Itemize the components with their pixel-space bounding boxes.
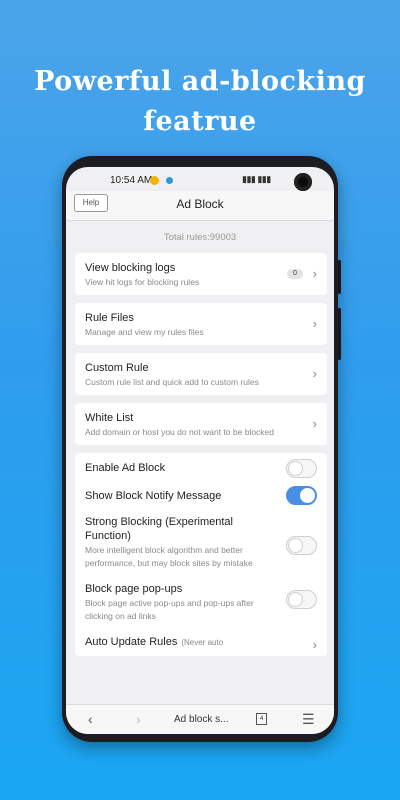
- toggle-knob: [288, 538, 303, 553]
- forward-icon[interactable]: ›: [136, 711, 141, 727]
- app-header: Help Ad Block: [66, 191, 334, 221]
- emoji-icon: [150, 176, 159, 185]
- phone-frame: 10:54 AM ▮▮▮ ▮▮▮ Help Ad Block Total rul…: [62, 156, 341, 742]
- chevron-right-icon: ›: [312, 416, 317, 431]
- white-list-item[interactable]: White List Add domain or host you do not…: [75, 403, 327, 445]
- page-title: Ad Block: [176, 197, 224, 211]
- toggle-knob: [288, 461, 303, 476]
- custom-rule-item[interactable]: Custom Rule Custom rule list and quick a…: [75, 353, 327, 395]
- card-title: White List: [85, 412, 134, 424]
- enable-ad-block-row: Enable Ad Block: [75, 459, 327, 481]
- strong-blocking-toggle[interactable]: [286, 536, 317, 555]
- notification-icon: [166, 177, 173, 184]
- card-subtitle: View hit logs for blocking rules: [85, 277, 200, 287]
- signal-icon: ▮▮▮ ▮▮▮: [242, 174, 271, 184]
- promo-headline: Powerful ad-blocking featrue: [0, 62, 400, 142]
- front-camera: [294, 173, 312, 191]
- auto-update-rules-row[interactable]: Auto Update Rules (Never auto ›: [75, 629, 327, 656]
- setting-label: Enable Ad Block: [85, 462, 166, 474]
- setting-description: Block page active pop-ups and pop-ups af…: [85, 598, 254, 621]
- toggle-knob: [288, 592, 303, 607]
- menu-icon[interactable]: ☰: [302, 712, 315, 726]
- log-count-badge: 0: [287, 269, 303, 279]
- card-title: View blocking logs: [85, 262, 176, 274]
- chevron-right-icon: ›: [312, 366, 317, 381]
- promo-headline-line1: Powerful ad-blocking: [34, 66, 366, 97]
- card-subtitle: Add domain or host you do not want to be…: [85, 427, 275, 437]
- phone-power-button: [338, 260, 341, 294]
- promo-headline-line2: featrue: [143, 106, 257, 137]
- status-time: 10:54 AM: [110, 175, 153, 186]
- browser-bottom-nav: ‹ › Ad block s... 4 ☰: [66, 704, 334, 734]
- card-title: Rule Files: [85, 312, 134, 324]
- total-rules-count: Total rules:99003: [163, 232, 237, 243]
- chevron-right-icon: ›: [312, 316, 317, 331]
- block-popups-toggle[interactable]: [286, 590, 317, 609]
- strong-blocking-row: Strong Blocking (Experimental Function) …: [75, 509, 327, 576]
- show-block-notify-toggle[interactable]: [286, 486, 317, 505]
- chevron-right-icon: ›: [312, 637, 317, 652]
- setting-label: Auto Update Rules (Never auto: [85, 635, 279, 650]
- view-blocking-logs-item[interactable]: View blocking logs View hit logs for blo…: [75, 253, 327, 295]
- chevron-right-icon: ›: [312, 266, 317, 281]
- phone-volume-button: [338, 308, 341, 360]
- status-bar: 10:54 AM ▮▮▮ ▮▮▮: [66, 167, 334, 191]
- show-block-notify-row: Show Block Notify Message: [75, 481, 327, 509]
- back-icon[interactable]: ‹: [88, 711, 93, 727]
- block-popups-row: Block page pop-ups Block page active pop…: [75, 576, 327, 629]
- enable-ad-block-toggle[interactable]: [286, 459, 317, 478]
- setting-description: More intelligent block algorithm and bet…: [85, 545, 253, 568]
- auto-update-label: Auto Update Rules: [85, 636, 178, 648]
- settings-group: Enable Ad Block Show Block Notify Messag…: [75, 453, 327, 656]
- setting-label: Show Block Notify Message: [85, 490, 222, 502]
- rule-files-item[interactable]: Rule Files Manage and view my rules file…: [75, 303, 327, 345]
- toggle-knob: [300, 488, 315, 503]
- card-subtitle: Custom rule list and quick add to custom…: [85, 377, 259, 387]
- tabs-icon[interactable]: 4: [256, 713, 267, 725]
- page-url-label[interactable]: Ad block s...: [174, 714, 228, 725]
- setting-label: Block page pop-ups: [85, 583, 183, 595]
- setting-label: Strong Blocking (Experimental Function): [85, 516, 233, 542]
- card-title: Custom Rule: [85, 362, 149, 374]
- card-subtitle: Manage and view my rules files: [85, 327, 204, 337]
- auto-update-note: (Never auto: [181, 638, 224, 647]
- phone-screen: 10:54 AM ▮▮▮ ▮▮▮ Help Ad Block Total rul…: [66, 167, 334, 734]
